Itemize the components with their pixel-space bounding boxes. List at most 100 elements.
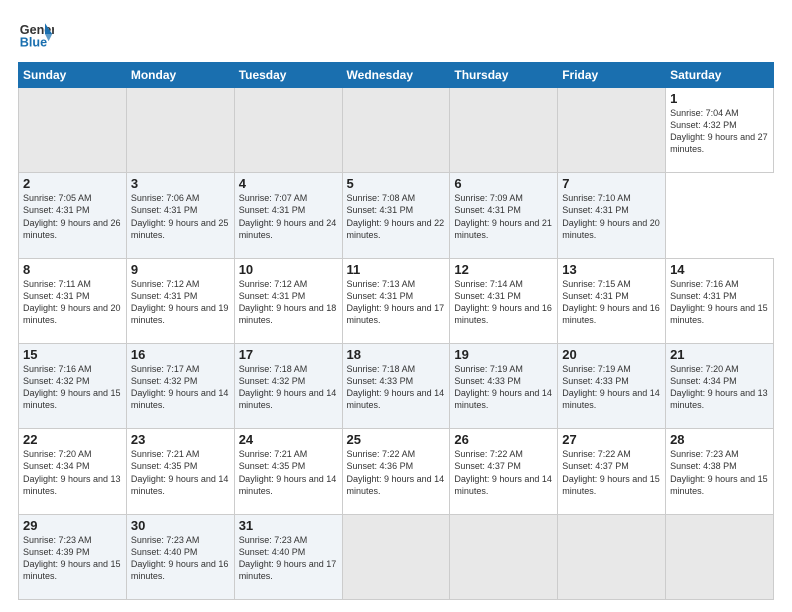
- calendar-cell: 18Sunrise: 7:18 AMSunset: 4:33 PMDayligh…: [342, 343, 450, 428]
- day-number: 28: [670, 432, 769, 447]
- dow-header: Monday: [126, 63, 234, 88]
- calendar-cell: 17Sunrise: 7:18 AMSunset: 4:32 PMDayligh…: [234, 343, 342, 428]
- day-number: 15: [23, 347, 122, 362]
- day-info: Sunrise: 7:21 AMSunset: 4:35 PMDaylight:…: [239, 448, 338, 497]
- day-info: Sunrise: 7:23 AMSunset: 4:38 PMDaylight:…: [670, 448, 769, 497]
- calendar-cell: [126, 88, 234, 173]
- dow-header: Wednesday: [342, 63, 450, 88]
- calendar-week-row: 22Sunrise: 7:20 AMSunset: 4:34 PMDayligh…: [19, 429, 774, 514]
- calendar-cell: 25Sunrise: 7:22 AMSunset: 4:36 PMDayligh…: [342, 429, 450, 514]
- calendar-cell: 31Sunrise: 7:23 AMSunset: 4:40 PMDayligh…: [234, 514, 342, 599]
- day-number: 9: [131, 262, 230, 277]
- calendar-cell: [19, 88, 127, 173]
- calendar-cell: [342, 514, 450, 599]
- calendar-cell: 5Sunrise: 7:08 AMSunset: 4:31 PMDaylight…: [342, 173, 450, 258]
- day-number: 29: [23, 518, 122, 533]
- calendar-cell: [558, 514, 666, 599]
- logo: General Blue: [18, 16, 56, 52]
- day-info: Sunrise: 7:22 AMSunset: 4:36 PMDaylight:…: [347, 448, 446, 497]
- day-info: Sunrise: 7:07 AMSunset: 4:31 PMDaylight:…: [239, 192, 338, 241]
- calendar-cell: [450, 514, 558, 599]
- calendar-table: SundayMondayTuesdayWednesdayThursdayFrid…: [18, 62, 774, 600]
- day-number: 3: [131, 176, 230, 191]
- svg-text:Blue: Blue: [20, 36, 47, 50]
- day-info: Sunrise: 7:12 AMSunset: 4:31 PMDaylight:…: [239, 278, 338, 327]
- calendar-week-row: 8Sunrise: 7:11 AMSunset: 4:31 PMDaylight…: [19, 258, 774, 343]
- day-info: Sunrise: 7:06 AMSunset: 4:31 PMDaylight:…: [131, 192, 230, 241]
- day-number: 7: [562, 176, 661, 191]
- calendar-week-row: 29Sunrise: 7:23 AMSunset: 4:39 PMDayligh…: [19, 514, 774, 599]
- day-number: 8: [23, 262, 122, 277]
- day-info: Sunrise: 7:23 AMSunset: 4:40 PMDaylight:…: [239, 534, 338, 583]
- calendar-cell: 6Sunrise: 7:09 AMSunset: 4:31 PMDaylight…: [450, 173, 558, 258]
- calendar-cell: [342, 88, 450, 173]
- dow-header: Sunday: [19, 63, 127, 88]
- day-info: Sunrise: 7:23 AMSunset: 4:39 PMDaylight:…: [23, 534, 122, 583]
- calendar-cell: 2Sunrise: 7:05 AMSunset: 4:31 PMDaylight…: [19, 173, 127, 258]
- calendar-cell: 4Sunrise: 7:07 AMSunset: 4:31 PMDaylight…: [234, 173, 342, 258]
- day-info: Sunrise: 7:05 AMSunset: 4:31 PMDaylight:…: [23, 192, 122, 241]
- calendar-body: 1Sunrise: 7:04 AMSunset: 4:32 PMDaylight…: [19, 88, 774, 600]
- calendar-cell: [558, 88, 666, 173]
- calendar-cell: 30Sunrise: 7:23 AMSunset: 4:40 PMDayligh…: [126, 514, 234, 599]
- day-number: 31: [239, 518, 338, 533]
- day-info: Sunrise: 7:04 AMSunset: 4:32 PMDaylight:…: [670, 107, 769, 156]
- day-number: 18: [347, 347, 446, 362]
- calendar-cell: 23Sunrise: 7:21 AMSunset: 4:35 PMDayligh…: [126, 429, 234, 514]
- page-header: General Blue: [18, 16, 774, 52]
- calendar-cell: 14Sunrise: 7:16 AMSunset: 4:31 PMDayligh…: [666, 258, 774, 343]
- day-number: 20: [562, 347, 661, 362]
- day-info: Sunrise: 7:17 AMSunset: 4:32 PMDaylight:…: [131, 363, 230, 412]
- dow-header: Friday: [558, 63, 666, 88]
- day-info: Sunrise: 7:20 AMSunset: 4:34 PMDaylight:…: [23, 448, 122, 497]
- calendar-cell: 7Sunrise: 7:10 AMSunset: 4:31 PMDaylight…: [558, 173, 666, 258]
- day-number: 23: [131, 432, 230, 447]
- calendar-cell: 15Sunrise: 7:16 AMSunset: 4:32 PMDayligh…: [19, 343, 127, 428]
- day-number: 24: [239, 432, 338, 447]
- day-info: Sunrise: 7:19 AMSunset: 4:33 PMDaylight:…: [562, 363, 661, 412]
- day-info: Sunrise: 7:21 AMSunset: 4:35 PMDaylight:…: [131, 448, 230, 497]
- day-number: 19: [454, 347, 553, 362]
- day-number: 21: [670, 347, 769, 362]
- day-info: Sunrise: 7:23 AMSunset: 4:40 PMDaylight:…: [131, 534, 230, 583]
- day-info: Sunrise: 7:15 AMSunset: 4:31 PMDaylight:…: [562, 278, 661, 327]
- calendar-cell: 22Sunrise: 7:20 AMSunset: 4:34 PMDayligh…: [19, 429, 127, 514]
- day-number: 17: [239, 347, 338, 362]
- calendar-cell: 29Sunrise: 7:23 AMSunset: 4:39 PMDayligh…: [19, 514, 127, 599]
- calendar-cell: 3Sunrise: 7:06 AMSunset: 4:31 PMDaylight…: [126, 173, 234, 258]
- calendar-cell: 21Sunrise: 7:20 AMSunset: 4:34 PMDayligh…: [666, 343, 774, 428]
- day-info: Sunrise: 7:18 AMSunset: 4:32 PMDaylight:…: [239, 363, 338, 412]
- calendar-cell: 10Sunrise: 7:12 AMSunset: 4:31 PMDayligh…: [234, 258, 342, 343]
- calendar-week-row: 1Sunrise: 7:04 AMSunset: 4:32 PMDaylight…: [19, 88, 774, 173]
- calendar-cell: 1Sunrise: 7:04 AMSunset: 4:32 PMDaylight…: [666, 88, 774, 173]
- calendar-cell: 11Sunrise: 7:13 AMSunset: 4:31 PMDayligh…: [342, 258, 450, 343]
- day-info: Sunrise: 7:13 AMSunset: 4:31 PMDaylight:…: [347, 278, 446, 327]
- day-number: 13: [562, 262, 661, 277]
- dow-header: Thursday: [450, 63, 558, 88]
- calendar-cell: 13Sunrise: 7:15 AMSunset: 4:31 PMDayligh…: [558, 258, 666, 343]
- day-number: 4: [239, 176, 338, 191]
- day-info: Sunrise: 7:20 AMSunset: 4:34 PMDaylight:…: [670, 363, 769, 412]
- day-info: Sunrise: 7:08 AMSunset: 4:31 PMDaylight:…: [347, 192, 446, 241]
- calendar-cell: 16Sunrise: 7:17 AMSunset: 4:32 PMDayligh…: [126, 343, 234, 428]
- day-number: 27: [562, 432, 661, 447]
- day-info: Sunrise: 7:12 AMSunset: 4:31 PMDaylight:…: [131, 278, 230, 327]
- day-number: 6: [454, 176, 553, 191]
- calendar-cell: 12Sunrise: 7:14 AMSunset: 4:31 PMDayligh…: [450, 258, 558, 343]
- calendar-cell: 8Sunrise: 7:11 AMSunset: 4:31 PMDaylight…: [19, 258, 127, 343]
- calendar-cell: 28Sunrise: 7:23 AMSunset: 4:38 PMDayligh…: [666, 429, 774, 514]
- day-number: 16: [131, 347, 230, 362]
- dow-header: Tuesday: [234, 63, 342, 88]
- day-number: 2: [23, 176, 122, 191]
- day-number: 14: [670, 262, 769, 277]
- calendar-cell: 9Sunrise: 7:12 AMSunset: 4:31 PMDaylight…: [126, 258, 234, 343]
- day-info: Sunrise: 7:18 AMSunset: 4:33 PMDaylight:…: [347, 363, 446, 412]
- day-number: 5: [347, 176, 446, 191]
- day-number: 26: [454, 432, 553, 447]
- calendar-cell: 24Sunrise: 7:21 AMSunset: 4:35 PMDayligh…: [234, 429, 342, 514]
- calendar-week-row: 2Sunrise: 7:05 AMSunset: 4:31 PMDaylight…: [19, 173, 774, 258]
- calendar-cell: [234, 88, 342, 173]
- day-info: Sunrise: 7:16 AMSunset: 4:31 PMDaylight:…: [670, 278, 769, 327]
- day-info: Sunrise: 7:22 AMSunset: 4:37 PMDaylight:…: [562, 448, 661, 497]
- day-info: Sunrise: 7:10 AMSunset: 4:31 PMDaylight:…: [562, 192, 661, 241]
